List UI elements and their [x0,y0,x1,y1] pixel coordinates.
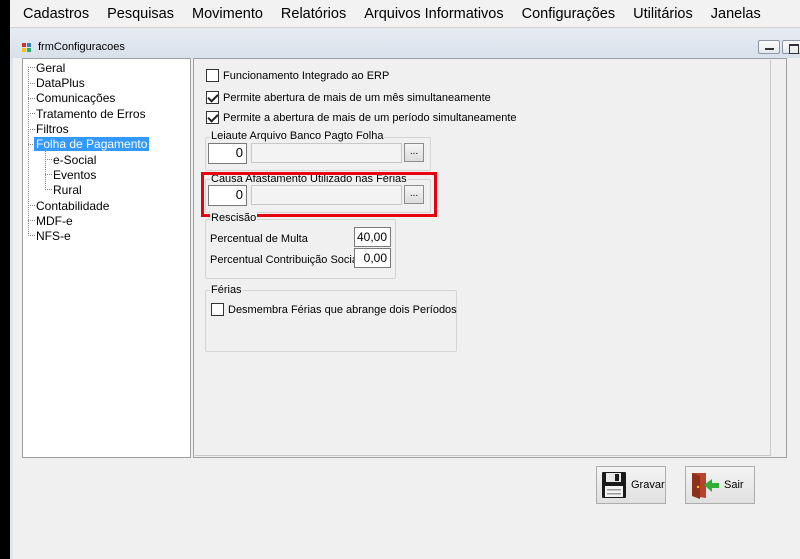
tree-item-geral[interactable]: Geral [34,61,67,75]
folha-pagamento-panel: Funcionamento Integrado ao ERP Permite a… [193,58,787,458]
desmembra-ferias-checkbox[interactable] [211,303,224,316]
tree-item-folha-de-pagamento[interactable]: Folha de Pagamento [34,137,150,151]
exit-door-icon [692,473,719,499]
ferias-group [205,290,457,352]
tree-item-contabilidade[interactable]: Contabilidade [34,199,111,213]
menu-movimento[interactable]: Movimento [183,0,272,28]
menu-janelas[interactable]: Janelas [702,0,770,28]
settings-tree[interactable]: Geral DataPlus Comunicações Tratamento d… [22,58,191,458]
contrib-input[interactable]: 0,00 [354,248,391,268]
tree-connector [28,67,29,234]
menu-utilitarios[interactable]: Utilitários [624,0,702,28]
menu-bar: Cadastros Pesquisas Movimento Relatórios… [10,0,800,28]
tree-item-filtros[interactable]: Filtros [34,122,71,136]
configuracoes-window: frmConfiguracoes Geral DataPlus Comunica… [10,28,800,559]
tree-item-mdf-e[interactable]: MDF-e [34,214,75,228]
tree-item-rural[interactable]: Rural [51,183,84,197]
multa-label: Percentual de Multa [210,233,308,245]
window-title: frmConfiguracoes [38,41,125,53]
leiaute-description-field [251,143,402,163]
leiaute-code-input[interactable]: 0 [208,143,247,164]
tree-item-tratamento-de-erros[interactable]: Tratamento de Erros [34,107,148,121]
mais-de-um-mes-label: Permite abertura de mais de um mês simul… [223,92,491,104]
gravar-button[interactable]: Gravar [596,466,666,504]
multa-input[interactable]: 40,00 [354,227,391,247]
sair-button[interactable]: Sair [685,466,755,504]
menu-cadastros[interactable]: Cadastros [14,0,98,28]
leiaute-search-button[interactable]: ... [404,143,424,162]
ferias-legend: Férias [210,284,243,297]
minimize-button[interactable] [758,40,780,54]
menu-pesquisas[interactable]: Pesquisas [98,0,183,28]
integrado-erp-checkbox[interactable] [206,69,219,82]
desmembra-ferias-label: Desmembra Férias que abrange dois Períod… [228,304,457,316]
tree-item-nfs-e[interactable]: NFS-e [34,229,73,243]
tree-item-dataplus[interactable]: DataPlus [34,76,87,90]
mais-de-um-mes-checkbox[interactable] [206,91,219,104]
maximize-button[interactable] [782,40,800,54]
floppy-disk-icon [602,472,626,498]
window-titlebar[interactable]: frmConfiguracoes [10,28,800,58]
mais-de-um-periodo-checkbox[interactable] [206,111,219,124]
sair-label: Sair [724,479,744,491]
tree-connector [45,151,46,188]
tree-item-e-social[interactable]: e-Social [51,153,98,167]
tree-item-eventos[interactable]: Eventos [51,168,98,182]
integrado-erp-label: Funcionamento Integrado ao ERP [223,70,390,82]
window-client-area: Geral DataPlus Comunicações Tratamento d… [13,58,800,559]
menu-configuracoes[interactable]: Configurações [513,0,625,28]
mais-de-um-periodo-label: Permite a abertura de mais de um período… [223,112,517,124]
rescisao-legend: Rescisão [210,212,258,225]
highlight-box [201,172,437,217]
gravar-label: Gravar [631,479,665,491]
menu-arquivos-informativos[interactable]: Arquivos Informativos [355,0,512,28]
tree-item-comunicacoes[interactable]: Comunicações [34,91,117,105]
contrib-label: Percentual Contribuição Social [210,254,361,266]
leiaute-legend: Leiaute Arquivo Banco Pagto Folha [210,130,385,143]
app-icon [22,43,31,52]
background-strip [0,0,10,559]
menu-relatorios[interactable]: Relatórios [272,0,355,28]
